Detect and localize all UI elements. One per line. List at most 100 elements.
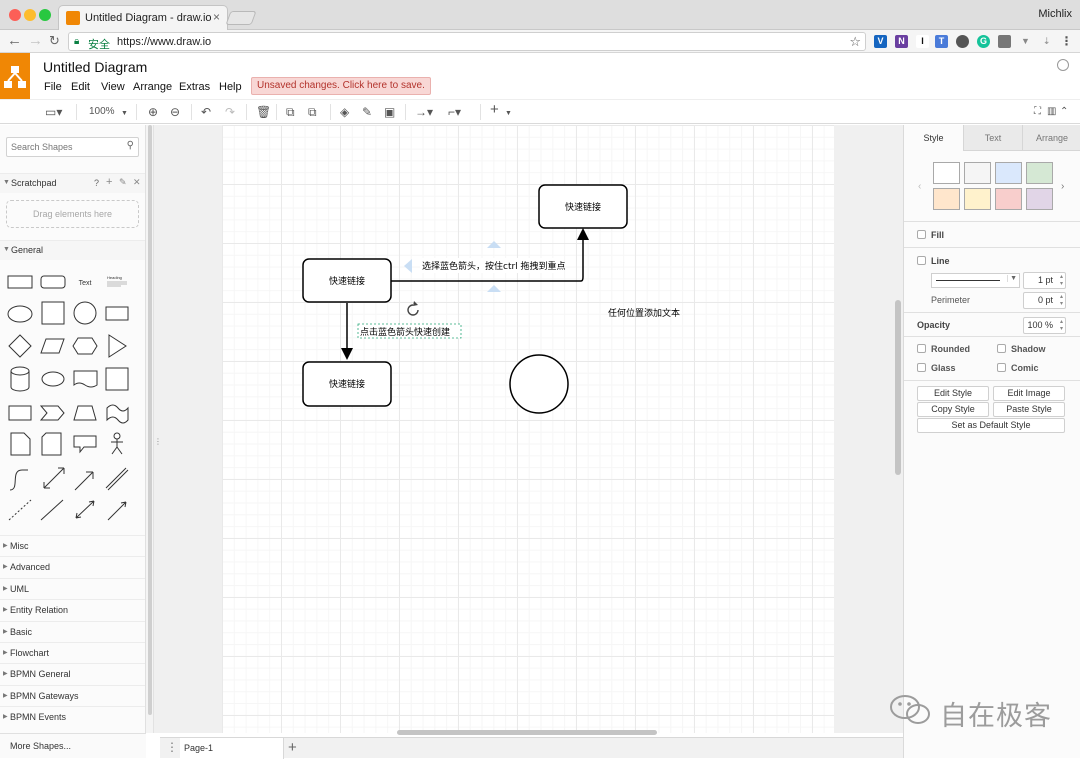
bidirectional-connector-shape[interactable]: [75, 500, 95, 519]
menu-arrange[interactable]: Arrange: [133, 81, 172, 93]
process-shape[interactable]: [105, 306, 129, 321]
diamond-shape[interactable]: [8, 334, 32, 358]
directional-connector-shape[interactable]: [107, 501, 127, 521]
paste-style-button[interactable]: Paste Style: [993, 402, 1065, 417]
free-text-label[interactable]: 任何位置添加文本: [608, 307, 680, 319]
perimeter-stepper[interactable]: 0 pt: [1023, 292, 1066, 309]
bidirectional-arrow-shape[interactable]: [43, 467, 65, 489]
ellipse-shape[interactable]: [7, 305, 33, 323]
rectangle-shape[interactable]: [7, 275, 33, 289]
style-swatch[interactable]: [964, 188, 991, 210]
sidebar-section-bpmn-gateways[interactable]: ▶ BPMN Gateways: [0, 685, 145, 706]
more-shapes-button[interactable]: More Shapes...: [0, 733, 146, 758]
tape-shape[interactable]: [106, 404, 129, 424]
edge-label-vertical[interactable]: 点击蓝色箭头快速创建: [360, 326, 450, 338]
edit-style-button[interactable]: Edit Style: [917, 386, 989, 401]
document-shape[interactable]: [73, 370, 98, 388]
sidebar-section-entity-relation[interactable]: ▶ Entity Relation: [0, 599, 145, 620]
browser-tab[interactable]: Untitled Diagram - draw.io ×: [58, 5, 228, 30]
circle-node[interactable]: [509, 354, 569, 414]
sidebar-section-basic[interactable]: ▶ Basic: [0, 621, 145, 642]
close-tab-icon[interactable]: ×: [213, 10, 220, 24]
new-tab-button[interactable]: [225, 11, 257, 25]
arrow-shape[interactable]: [74, 471, 94, 491]
insert-dropdown-icon[interactable]: ▼: [505, 106, 512, 122]
collapse-up-icon[interactable]: ⌃: [1060, 104, 1068, 120]
pages-menu-icon[interactable]: ⋮: [166, 741, 178, 753]
style-swatch[interactable]: [1026, 162, 1053, 184]
square-shape[interactable]: [41, 301, 65, 325]
zoom-in-icon[interactable]: ⊕: [148, 104, 158, 120]
scratchpad-add-icon[interactable]: +: [106, 176, 112, 188]
blue-arrow-up-icon[interactable]: [487, 241, 501, 248]
to-front-icon[interactable]: ⧉: [286, 104, 295, 120]
search-shapes-input[interactable]: Search Shapes ⚲: [6, 137, 139, 157]
extension-translate-icon[interactable]: T: [935, 35, 948, 48]
swatch-next-icon[interactable]: ›: [1061, 181, 1064, 192]
close-window-button[interactable]: [9, 9, 21, 21]
style-swatch[interactable]: [1026, 188, 1053, 210]
line-checkbox[interactable]: [917, 256, 926, 265]
profile-name[interactable]: Michlix: [1038, 8, 1072, 20]
extension-arrow-icon[interactable]: ▼: [1019, 35, 1032, 48]
sidebar-section-bpmn-general[interactable]: ▶ BPMN General: [0, 663, 145, 684]
copy-style-button[interactable]: Copy Style: [917, 402, 989, 417]
internal-storage-shape[interactable]: [105, 367, 129, 391]
fullscreen-icon[interactable]: ⛶: [1034, 104, 1041, 120]
dashed-line-shape[interactable]: [8, 499, 32, 521]
heading-shape[interactable]: Heading: [107, 275, 122, 280]
style-swatch[interactable]: [995, 162, 1022, 184]
link-shape[interactable]: [105, 467, 129, 491]
rounded-checkbox[interactable]: [917, 344, 926, 353]
collapse-sidebar-handle[interactable]: ⋮: [154, 437, 162, 446]
shadow-icon[interactable]: ▣: [384, 104, 395, 120]
style-swatch[interactable]: [933, 162, 960, 184]
set-default-style-button[interactable]: Set as Default Style: [917, 418, 1065, 433]
sidebar-section-uml[interactable]: ▶ UML: [0, 578, 145, 599]
scratchpad-close-icon[interactable]: ✕: [133, 177, 141, 188]
style-swatch[interactable]: [995, 188, 1022, 210]
connector-edge-horizontal[interactable]: [391, 228, 589, 282]
forward-arrow-icon[interactable]: →: [28, 32, 43, 49]
minimize-window-button[interactable]: [24, 9, 36, 21]
rounded-rectangle-shape[interactable]: [40, 275, 66, 289]
add-page-icon[interactable]: +: [288, 739, 297, 756]
menu-view[interactable]: View: [101, 81, 125, 93]
language-globe-icon[interactable]: [1057, 59, 1069, 71]
menu-help[interactable]: Help: [219, 81, 242, 93]
scratchpad-help-icon[interactable]: ?: [94, 178, 99, 188]
sidebar-scrollbar[interactable]: [148, 125, 152, 715]
document-title[interactable]: Untitled Diagram: [43, 59, 147, 75]
tab-text[interactable]: Text: [963, 125, 1022, 151]
canvas-horizontal-scrollbar[interactable]: [397, 730, 657, 735]
scratchpad-edit-icon[interactable]: ✎: [119, 177, 127, 188]
extension-download-icon[interactable]: ⇣: [1040, 35, 1053, 48]
to-back-icon[interactable]: ⧉: [308, 104, 317, 120]
actor-shape[interactable]: [111, 432, 123, 455]
style-swatch[interactable]: [964, 162, 991, 184]
sidebar-section-flowchart[interactable]: ▶ Flowchart: [0, 642, 145, 663]
trapezoid-shape[interactable]: [73, 405, 97, 421]
menu-extras[interactable]: Extras: [179, 81, 210, 93]
parallelogram-shape[interactable]: [40, 338, 65, 354]
tab-arrange[interactable]: Arrange: [1022, 125, 1080, 151]
scratchpad-header[interactable]: ▼ Scratchpad ? + ✎ ✕: [0, 173, 145, 193]
edge-label-horizontal[interactable]: 选择蓝色箭头，按住ctrl 拖拽到重点: [422, 260, 566, 272]
callout-shape[interactable]: [73, 435, 97, 454]
extension-onenote-icon[interactable]: N: [895, 35, 908, 48]
sidebar-splitter[interactable]: [146, 125, 154, 733]
sidebar-section-advanced[interactable]: ▶ Advanced: [0, 556, 145, 577]
zoom-dropdown-icon[interactable]: ▼: [121, 106, 128, 122]
zoom-out-icon[interactable]: ⊖: [170, 104, 180, 120]
comic-checkbox[interactable]: [997, 363, 1006, 372]
extension-mail-icon[interactable]: [998, 35, 1011, 48]
step-shape[interactable]: [39, 405, 65, 421]
menu-file[interactable]: File: [44, 81, 62, 93]
delete-icon[interactable]: 🗑︎: [256, 104, 271, 120]
extension-evernote-icon[interactable]: [956, 35, 969, 48]
menu-edit[interactable]: Edit: [71, 81, 90, 93]
search-icon[interactable]: ⚲: [127, 140, 134, 151]
text-shape[interactable]: Text: [79, 280, 92, 287]
scratchpad-drop-zone[interactable]: Drag elements here: [6, 200, 139, 228]
cloud-shape[interactable]: [41, 371, 65, 387]
